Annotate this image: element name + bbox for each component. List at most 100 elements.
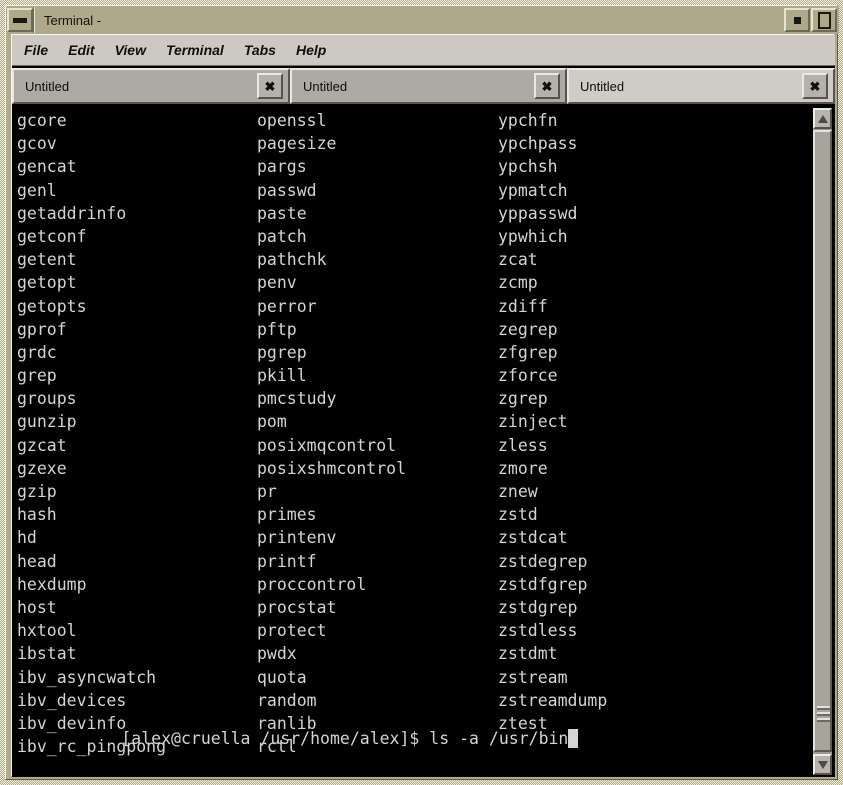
terminal-entry: gzcat (17, 435, 67, 455)
terminal-entry: zstdmt (498, 644, 558, 664)
terminal-entry: pom (257, 412, 287, 432)
terminal-entry: pargs (257, 157, 307, 177)
terminal-line: getopt penv zcmp (17, 271, 817, 294)
terminal-line: hash primes zstd (17, 503, 817, 526)
tab-1-close-icon[interactable]: ✖ (257, 73, 283, 99)
terminal-entry: pkill (257, 366, 307, 386)
terminal-entry: ypmatch (498, 180, 568, 200)
terminal-entry: zegrep (498, 319, 558, 339)
tab-1-label: Untitled (25, 78, 70, 94)
terminal-entry: zfgrep (498, 342, 558, 362)
terminal-entry: pmcstudy (257, 389, 337, 409)
terminal-line: genl passwd ypmatch (17, 179, 817, 202)
scroll-down-button[interactable] (813, 754, 832, 775)
terminal-entry: getent (17, 250, 77, 270)
terminal-entry: gzexe (17, 458, 67, 478)
client-area: File Edit View Terminal Tabs Help Untitl… (11, 34, 835, 777)
terminal-line: gencat pargs ypchsh (17, 155, 817, 178)
terminal-line: hxtool protect zstdless (17, 619, 817, 642)
scroll-down-arrow-icon (817, 760, 828, 769)
vertical-scrollbar[interactable] (811, 106, 834, 777)
window-frame: Terminal - File Edit View Terminal Tabs … (0, 0, 843, 785)
menu-item-file[interactable]: File (24, 39, 59, 62)
terminal-line: hd printenv zstdcat (17, 526, 817, 549)
terminal-entry: gcov (17, 134, 57, 154)
minimize-button[interactable] (7, 8, 33, 32)
terminal-entry: zinject (498, 412, 568, 432)
terminal-line: groups pmcstudy zgrep (17, 387, 817, 410)
menu-item-view[interactable]: View (115, 39, 157, 62)
tab-1[interactable]: Untitled ✖ (12, 68, 290, 104)
tab-2[interactable]: Untitled ✖ (290, 68, 567, 104)
terminal-entry: paste (257, 203, 307, 223)
terminal-entry: pr (257, 482, 277, 501)
terminal-entry: ibv_asyncwatch (17, 667, 157, 687)
title-bar[interactable]: Terminal - (6, 6, 839, 34)
window-frame-inner: Terminal - File Edit View Terminal Tabs … (5, 5, 839, 780)
tab-2-close-icon[interactable]: ✖ (534, 73, 560, 99)
terminal-entry: zless (498, 435, 548, 455)
menu-bar: File Edit View Terminal Tabs Help (12, 35, 835, 66)
scroll-up-button[interactable] (813, 108, 832, 129)
maximize-icon (793, 16, 801, 24)
terminal-entry: zstream (498, 667, 568, 687)
terminal-entry: penv (257, 273, 297, 293)
scrollbar-grip-icon (817, 706, 830, 722)
terminal-entry: proccontrol (257, 574, 367, 594)
terminal-line: gzexe posixshmcontrol zmore (17, 457, 817, 480)
terminal-entry: zcat (498, 250, 538, 270)
terminal-entry: pathchk (257, 250, 327, 270)
tab-3-close-icon[interactable]: ✖ (802, 73, 828, 99)
terminal-entry: printf (257, 551, 317, 571)
terminal-entry: getconf (17, 226, 87, 246)
terminal-entry: gcore (17, 111, 67, 130)
terminal-entry: znew (498, 482, 538, 501)
terminal-entry: grdc (17, 342, 57, 362)
terminal-entry: zforce (498, 366, 558, 386)
window-title: Terminal - (44, 12, 102, 28)
terminal-entry: hexdump (17, 574, 87, 594)
terminal-entry: posixmqcontrol (257, 435, 397, 455)
terminal-entry: ypchpass (498, 134, 578, 154)
menu-item-terminal[interactable]: Terminal (166, 39, 235, 62)
tab-3-label: Untitled (580, 78, 625, 94)
terminal-entry: getaddrinfo (17, 203, 127, 223)
terminal-entry: zstdcat (498, 528, 568, 548)
terminal-line: host procstat zstdgrep (17, 596, 817, 619)
terminal-cursor (568, 728, 579, 748)
terminal-entry: gprof (17, 319, 67, 339)
restore-button[interactable] (811, 8, 837, 32)
terminal-output-area[interactable]: gcore openssl ypchfn gcov pagesize ypchpass ge… (12, 106, 835, 777)
terminal-entry: patch (257, 226, 307, 246)
terminal-entry: procstat (257, 597, 337, 617)
tab-bar: Untitled ✖ Untitled ✖ Untitled ✖ (12, 66, 835, 106)
terminal-line: gzcat posixmqcontrol zless (17, 434, 817, 457)
terminal-line: getaddrinfo paste yppasswd (17, 202, 817, 225)
terminal-screen[interactable]: gcore openssl ypchfn gcov pagesize ypchpass ge… (17, 106, 817, 777)
terminal-line: gunzip pom zinject (17, 410, 817, 433)
terminal-entry: zcmp (498, 273, 538, 293)
menu-item-tabs[interactable]: Tabs (244, 39, 287, 62)
terminal-line: grep pkill zforce (17, 364, 817, 387)
tab-2-label: Untitled (303, 78, 348, 94)
scroll-up-arrow-icon (817, 114, 828, 123)
shell-prompt: [alex@cruella /usr/home/alex]$ (121, 728, 430, 748)
scrollbar-thumb[interactable] (813, 130, 832, 752)
terminal-prompt-line: [alex@cruella /usr/home/alex]$ ls -a /us… (22, 703, 579, 773)
terminal-entry: getopt (17, 273, 77, 293)
terminal-entry: head (17, 551, 57, 571)
terminal-entry: gencat (17, 157, 77, 177)
menu-item-help[interactable]: Help (296, 39, 337, 62)
terminal-line: ibv_asyncwatch quota zstream (17, 666, 817, 689)
terminal-entry: zdiff (498, 296, 548, 316)
terminal-entry: ibstat (17, 644, 77, 664)
terminal-entry: zmore (498, 458, 548, 478)
menu-item-edit[interactable]: Edit (68, 39, 105, 62)
tab-3[interactable]: Untitled ✖ (567, 68, 835, 104)
terminal-entry: ypchsh (498, 157, 558, 177)
terminal-entry: protect (257, 621, 327, 641)
terminal-entry: zstdegrep (498, 551, 588, 571)
maximize-button[interactable] (784, 8, 810, 32)
terminal-entry: quota (257, 667, 307, 687)
terminal-line: head printf zstdegrep (17, 550, 817, 573)
